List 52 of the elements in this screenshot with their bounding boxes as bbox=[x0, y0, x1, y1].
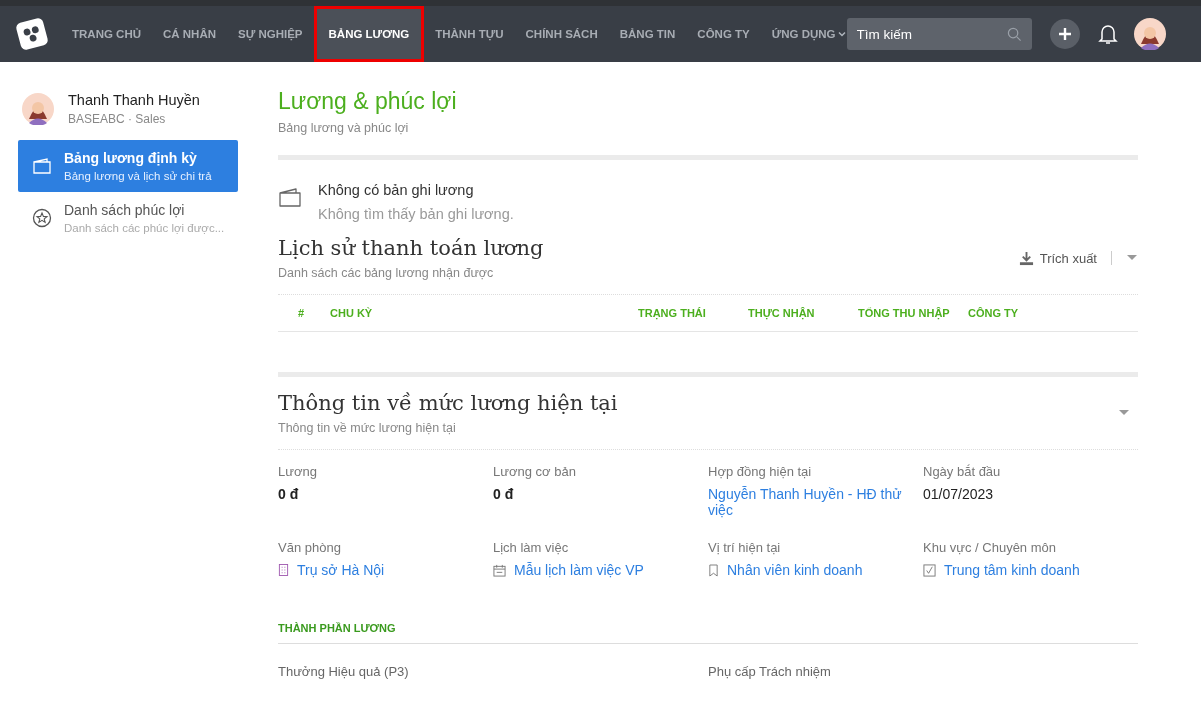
field-value: 0 đ bbox=[278, 486, 299, 502]
field-link[interactable]: Nguyễn Thanh Huyền - HĐ thử việc bbox=[708, 486, 923, 518]
column-header: TRẠNG THÁI bbox=[638, 307, 707, 319]
field-label: Khu vực / Chuyên môn bbox=[923, 540, 1057, 555]
empty-message: Không tìm thấy bản ghi lương. bbox=[318, 206, 514, 222]
sidebar-item[interactable]: Danh sách phúc lợi Danh sách các phúc lợi được... bbox=[18, 192, 238, 244]
page-title: Lương & phúc lợi bbox=[278, 88, 458, 115]
nav-tab[interactable]: THÀNH TỰU bbox=[424, 6, 515, 62]
nav-tab[interactable]: TRANG CHỦ bbox=[61, 6, 152, 62]
empty-title: Không có bản ghi lương bbox=[318, 182, 475, 198]
field-link[interactable]: Trung tâm kinh doanh bbox=[944, 562, 1090, 578]
section-title: Lịch sử thanh toán lương bbox=[278, 236, 544, 260]
field-value: 0 đ bbox=[493, 486, 514, 502]
section-subtitle: Danh sách các bảng lương nhận được bbox=[278, 266, 495, 280]
column-header: THỰC NHẬN bbox=[748, 307, 816, 319]
section-subtitle: Thông tin về mức lương hiện tại bbox=[278, 421, 457, 435]
section-title: Thông tin về mức lương hiện tại bbox=[278, 391, 618, 415]
nav-tab[interactable]: CÁ NHÂN bbox=[152, 6, 228, 62]
nav-tab[interactable]: SỰ NGHIỆP bbox=[227, 6, 314, 62]
nav-tab[interactable]: CHÍNH SÁCH bbox=[514, 6, 609, 62]
field-label: Ngày bắt đầu bbox=[923, 464, 1002, 479]
sidebar-item-subtitle: Danh sách các phúc lợi được... bbox=[64, 222, 225, 234]
field-link[interactable]: Nhân viên kinh doanh bbox=[727, 562, 873, 578]
page-subtitle: Bảng lương và phúc lợi bbox=[278, 121, 410, 135]
field-label: Lương cơ bản bbox=[493, 464, 577, 479]
field-link[interactable]: Trụ sở Hà Nội bbox=[297, 562, 395, 578]
sidebar-item-title: Danh sách phúc lợi bbox=[64, 202, 186, 218]
column-header: TỔNG THU NHẬP bbox=[858, 307, 951, 319]
column-header: # bbox=[298, 307, 306, 319]
field-value: 01/07/2023 bbox=[923, 486, 994, 502]
field-label: Lịch làm việc bbox=[493, 540, 570, 555]
salary-component: Thưởng Hiệu quả (P3) bbox=[278, 664, 410, 679]
search-field[interactable]: Tìm kiếm bbox=[846, 18, 1032, 50]
column-header: CHU KỲ bbox=[330, 307, 374, 319]
user-organization: BASEABC · Sales bbox=[68, 112, 167, 126]
user-name: Thanh Thanh Huyền bbox=[68, 92, 200, 108]
sidebar-item-subtitle: Bảng lương và lịch sử chi trả bbox=[64, 170, 212, 182]
nav-tab[interactable]: BẢNG TIN bbox=[608, 6, 687, 62]
field-label: Văn phòng bbox=[278, 540, 342, 555]
subsection-title: THÀNH PHẦN LƯƠNG bbox=[278, 622, 1138, 644]
sidebar-item-title: Bảng lương định kỳ bbox=[64, 150, 198, 166]
field-link[interactable]: Mẫu lịch làm việc VP bbox=[514, 562, 654, 578]
column-header: CÔNG TY bbox=[968, 307, 1019, 319]
salary-component: Phụ cấp Trách nhiệm bbox=[708, 664, 832, 679]
nav-tab[interactable]: CÔNG TY bbox=[686, 6, 761, 62]
sidebar-item[interactable]: Bảng lương định kỳ Bảng lương và lịch sử chi trả bbox=[18, 140, 238, 192]
field-label: Hợp đồng hiện tại bbox=[708, 464, 813, 479]
export-button[interactable]: Trích xuất bbox=[1018, 250, 1097, 266]
nav-tab[interactable]: ỨNG DỤNG bbox=[760, 6, 847, 62]
field-label: Vị trí hiện tại bbox=[708, 540, 782, 555]
nav-tab[interactable]: BẢNG LƯƠNG bbox=[313, 6, 425, 62]
field-label: Lương bbox=[278, 464, 318, 479]
